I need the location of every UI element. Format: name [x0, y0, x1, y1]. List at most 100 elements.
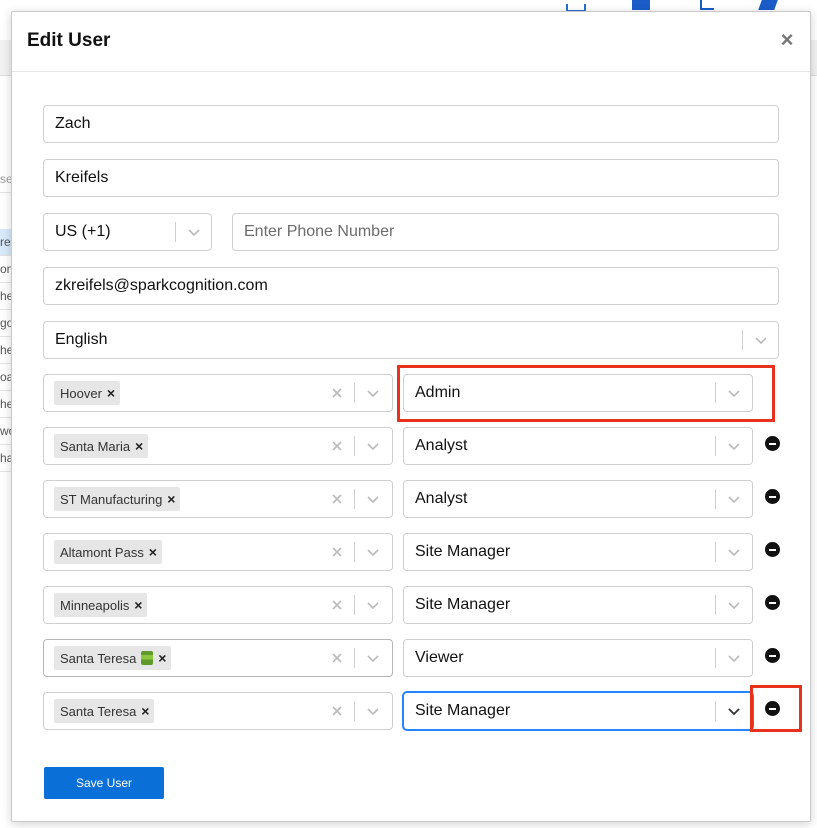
select-separator: [354, 383, 355, 403]
last-name-input[interactable]: Kreifels: [43, 159, 779, 197]
battery-emoji-icon: [141, 651, 154, 665]
site-tag-label: Santa Teresa: [60, 651, 137, 666]
site-tag: Santa Teresa ×: [54, 646, 172, 670]
close-icon[interactable]: ×: [778, 29, 796, 51]
email-input[interactable]: zkreifels@sparkcognition.com: [43, 267, 779, 305]
site-tag: Minneapolis ×: [54, 593, 148, 617]
role-select-focused[interactable]: Site Manager: [403, 692, 753, 730]
phone-number-input[interactable]: Enter Phone Number: [232, 213, 779, 251]
site-tag-label: Santa Teresa: [60, 704, 137, 719]
select-separator: [354, 489, 355, 509]
modal-title: Edit User: [27, 30, 111, 51]
chart-bar-icon[interactable]: [632, 0, 650, 10]
select-separator: [715, 542, 716, 562]
chevron-down-icon[interactable]: [725, 437, 743, 455]
site-multiselect[interactable]: Santa Teresa ×: [43, 692, 393, 730]
clear-icon[interactable]: [328, 702, 346, 720]
first-name-value: Zach: [55, 115, 91, 132]
clear-icon[interactable]: [328, 437, 346, 455]
select-separator: [354, 436, 355, 456]
tag-remove-icon[interactable]: ×: [144, 540, 162, 564]
clear-icon[interactable]: [328, 543, 346, 561]
turbine-icon[interactable]: [700, 0, 714, 10]
tag-remove-icon[interactable]: ×: [102, 381, 120, 405]
save-user-button[interactable]: Save User: [44, 767, 164, 799]
modal-header: Edit User ×: [12, 12, 810, 72]
chevron-down-icon[interactable]: [364, 543, 382, 561]
select-separator: [175, 222, 176, 242]
highlight-box-admin: [397, 365, 775, 422]
country-code-select[interactable]: US (+1): [43, 213, 212, 251]
select-separator: [354, 648, 355, 668]
language-value: English: [55, 331, 108, 348]
remove-row-icon[interactable]: [765, 542, 780, 557]
chevron-down-icon[interactable]: [725, 543, 743, 561]
site-multiselect[interactable]: Altamont Pass ×: [43, 533, 393, 571]
role-value: Site Manager: [415, 596, 511, 613]
remove-row-icon[interactable]: [765, 489, 780, 504]
remove-row-icon[interactable]: [765, 436, 780, 451]
select-separator: [354, 542, 355, 562]
role-value: Viewer: [415, 649, 464, 666]
role-select[interactable]: Analyst: [403, 427, 753, 465]
chevron-down-icon[interactable]: [725, 702, 743, 720]
tag-remove-icon[interactable]: ×: [162, 487, 180, 511]
chevron-down-icon[interactable]: [364, 702, 382, 720]
site-tag: Santa Maria ×: [54, 434, 149, 458]
clear-icon[interactable]: [328, 649, 346, 667]
chevron-down-icon[interactable]: [725, 649, 743, 667]
tools-icon[interactable]: [758, 0, 778, 10]
remove-row-icon[interactable]: [765, 595, 780, 610]
country-code-value: US (+1): [55, 223, 111, 240]
site-multiselect[interactable]: ST Manufacturing ×: [43, 480, 393, 518]
chevron-down-icon[interactable]: [364, 490, 382, 508]
site-multiselect[interactable]: Santa Maria ×: [43, 427, 393, 465]
site-multiselect[interactable]: Minneapolis ×: [43, 586, 393, 624]
chevron-down-icon[interactable]: [364, 596, 382, 614]
site-tag: Altamont Pass ×: [54, 540, 162, 564]
site-tag: ST Manufacturing ×: [54, 487, 181, 511]
role-value: Analyst: [415, 490, 468, 507]
select-separator: [715, 595, 716, 615]
site-tag-label: Altamont Pass: [60, 545, 144, 560]
tag-remove-icon[interactable]: ×: [153, 646, 171, 670]
chevron-down-icon[interactable]: [185, 223, 203, 241]
site-tag-label: Minneapolis: [60, 598, 130, 613]
select-separator: [715, 701, 716, 721]
edit-user-modal: Edit User × Zach Kreifels US (+1) Enter …: [11, 11, 811, 822]
last-name-value: Kreifels: [55, 169, 109, 186]
chevron-down-icon[interactable]: [364, 437, 382, 455]
chevron-down-icon[interactable]: [752, 331, 770, 349]
toolbar-icons: [560, 0, 817, 12]
role-select[interactable]: Site Manager: [403, 533, 753, 571]
chevron-down-icon[interactable]: [364, 384, 382, 402]
site-tag-label: Santa Maria: [60, 439, 131, 454]
site-tag: Hoover ×: [54, 381, 120, 405]
phone-number-placeholder: Enter Phone Number: [244, 223, 395, 240]
remove-row-icon[interactable]: [765, 648, 780, 663]
tag-remove-icon[interactable]: ×: [130, 434, 148, 458]
role-value: Analyst: [415, 437, 468, 454]
language-select[interactable]: English: [43, 321, 779, 359]
role-select[interactable]: Analyst: [403, 480, 753, 518]
role-select[interactable]: Viewer: [403, 639, 753, 677]
highlight-box-remove: [750, 685, 802, 732]
select-separator: [354, 701, 355, 721]
site-tag-label: ST Manufacturing: [60, 492, 163, 507]
role-select[interactable]: Site Manager: [403, 586, 753, 624]
chevron-down-icon[interactable]: [725, 490, 743, 508]
site-multiselect[interactable]: Hoover ×: [43, 374, 393, 412]
clear-icon[interactable]: [328, 384, 346, 402]
site-multiselect[interactable]: Santa Teresa ×: [43, 639, 393, 677]
chevron-down-icon[interactable]: [725, 596, 743, 614]
tag-remove-icon[interactable]: ×: [129, 593, 147, 617]
role-value: Site Manager: [415, 702, 511, 719]
select-separator: [742, 330, 743, 350]
select-separator: [715, 648, 716, 668]
tag-remove-icon[interactable]: ×: [136, 699, 154, 723]
first-name-input[interactable]: Zach: [43, 105, 779, 143]
clear-icon[interactable]: [328, 490, 346, 508]
clear-icon[interactable]: [328, 596, 346, 614]
chevron-down-icon[interactable]: [364, 649, 382, 667]
site-tag: Santa Teresa ×: [54, 699, 155, 723]
